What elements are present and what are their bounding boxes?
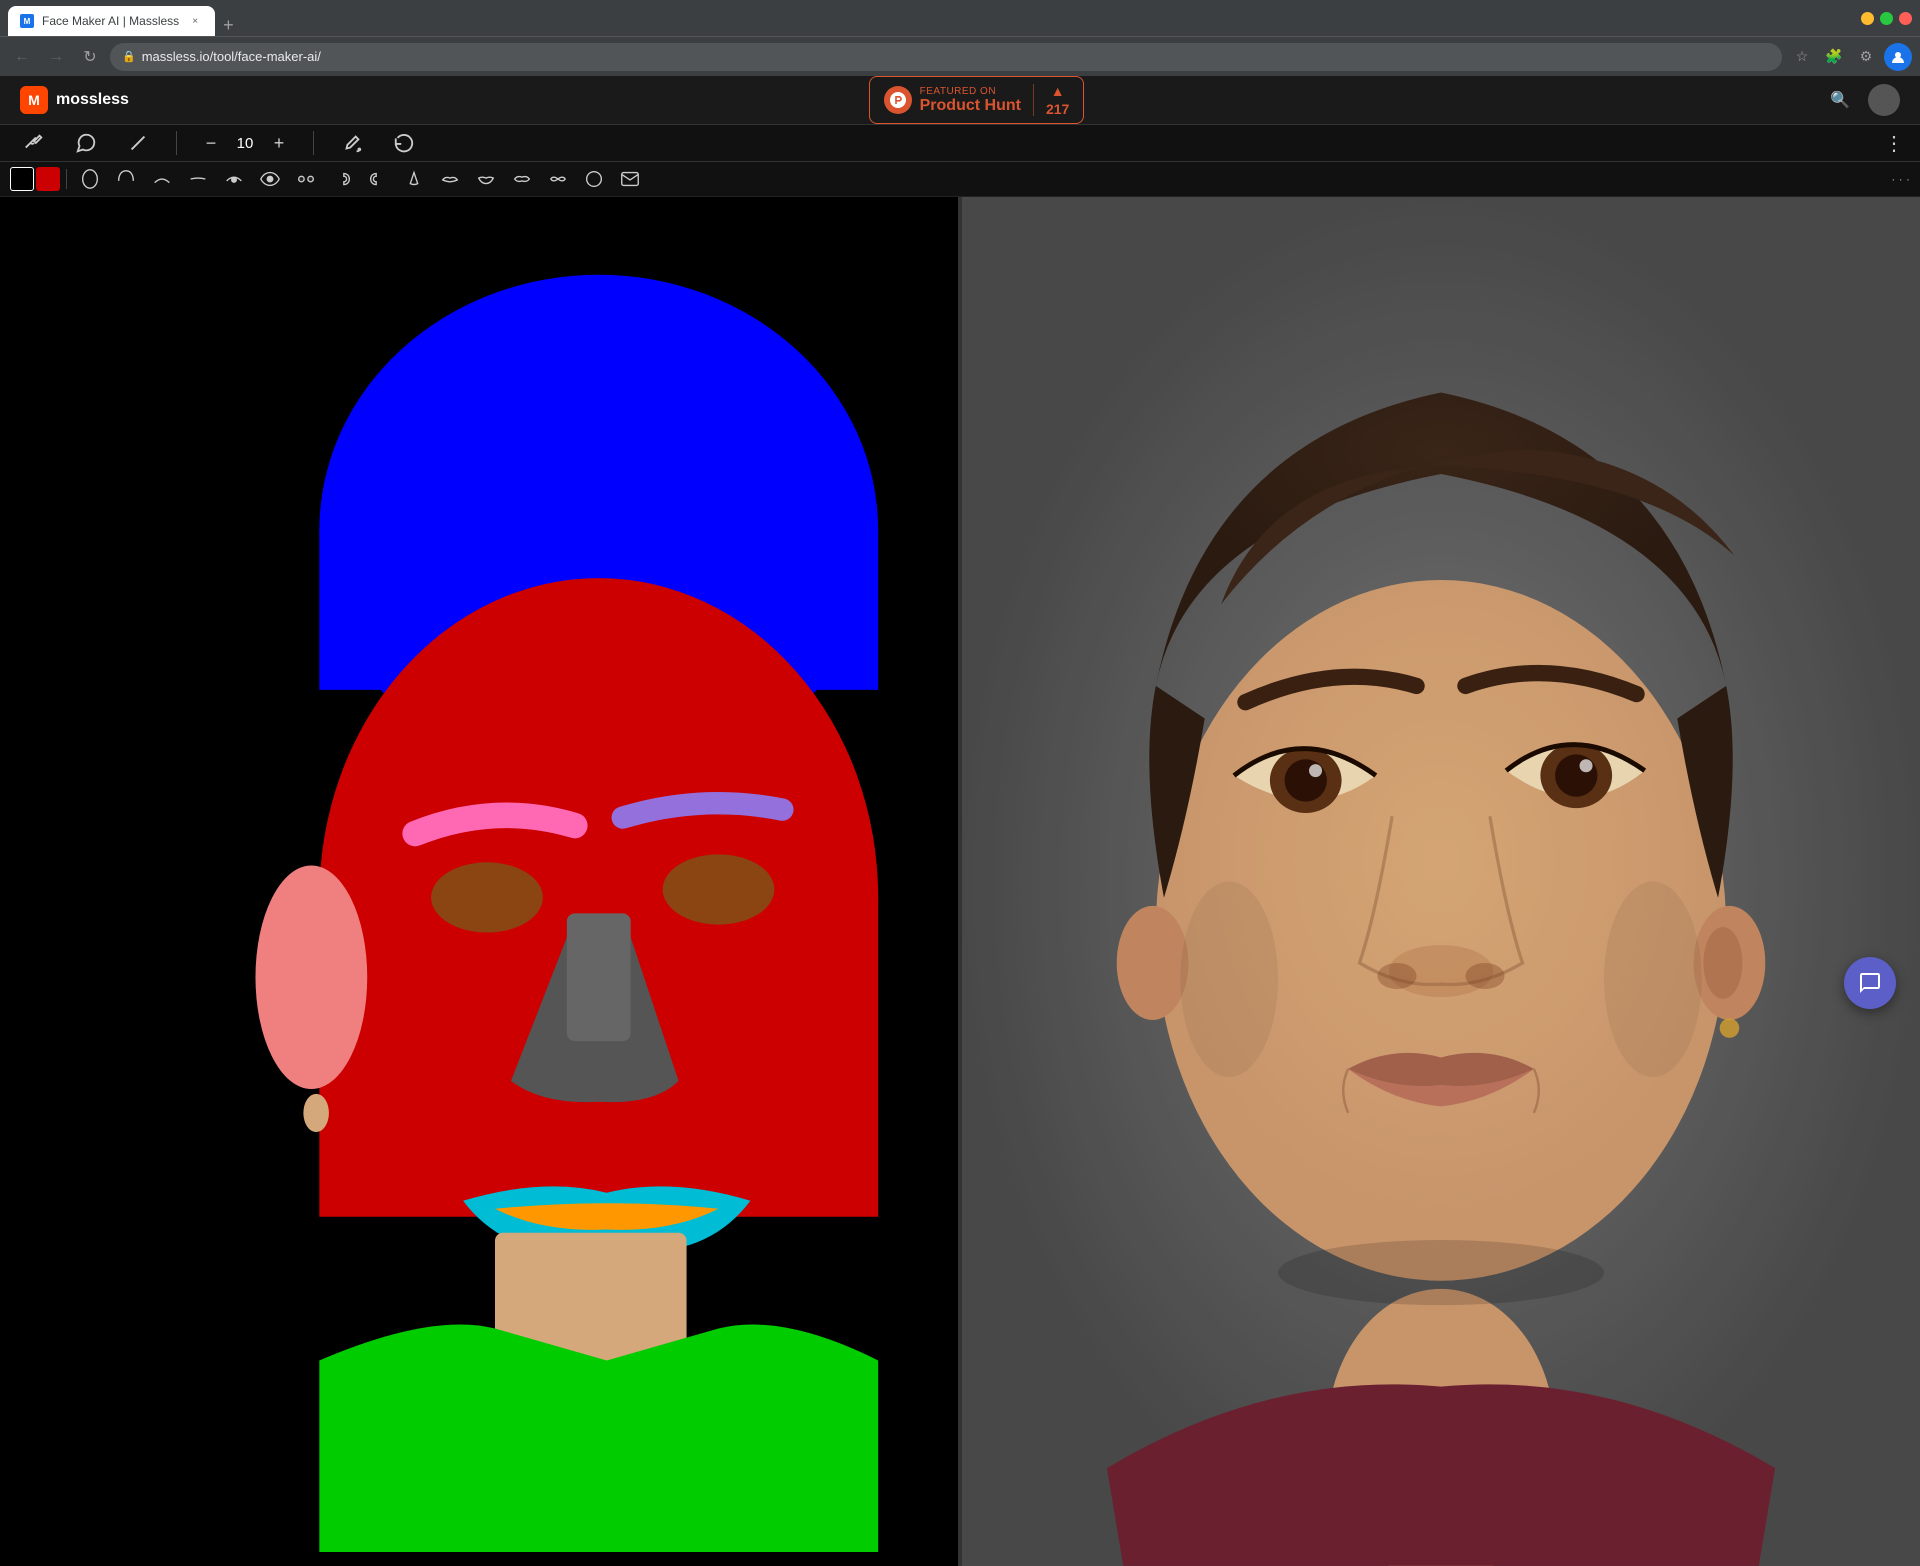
toolbar-actions: ☆ 🧩 ⚙ [1788,43,1912,71]
ph-divider [1033,84,1034,116]
browser-toolbar: ← → ↻ 🔒 massless.io/tool/face-maker-ai/ … [0,36,1920,76]
fill-tool-button[interactable] [334,125,370,161]
minimize-button[interactable] [1861,12,1874,25]
browser-tabs: M Face Maker AI | Massless × + [8,0,1845,36]
nose-small-button[interactable] [397,162,431,196]
ph-vote-section[interactable]: ▲ 217 [1046,83,1069,117]
logo-text: mossless [56,91,129,109]
drawing-canvas-area[interactable] [0,197,958,1566]
lips-lower-button[interactable] [469,162,503,196]
eye-half-button[interactable] [217,162,251,196]
chat-icon [1858,971,1882,995]
more-options-button[interactable]: ⋮ [1884,131,1904,156]
hair-shape-button[interactable] [109,162,143,196]
shape-toolbar: · · · [0,162,1920,197]
window-controls [1853,12,1912,25]
main-area [0,197,1920,1566]
back-button[interactable]: ← [8,43,36,71]
eyebrow-curve-button[interactable] [145,162,179,196]
tab-close-button[interactable]: × [187,13,203,29]
profile-avatar-button[interactable] [1884,43,1912,71]
lips-upper-button[interactable] [433,162,467,196]
undo-button[interactable] [386,125,422,161]
close-button[interactable] [1899,12,1912,25]
lock-icon: 🔒 [122,50,136,63]
envelope-shape-button[interactable] [613,162,647,196]
ph-logo-icon [884,86,912,114]
ph-left: FEATURED ON Product Hunt [884,86,1021,115]
eye-open-button[interactable] [253,162,287,196]
ph-vote-count: 217 [1046,101,1069,117]
product-hunt-badge[interactable]: FEATURED ON Product Hunt ▲ 217 [869,76,1085,124]
ph-featured-label: FEATURED ON [920,86,1021,97]
ph-text-group: FEATURED ON Product Hunt [920,86,1021,115]
face-outline-shape[interactable] [73,162,107,196]
shape-separator-1 [66,169,67,189]
eyebrow-flat-button[interactable] [181,162,215,196]
new-tab-button[interactable]: + [215,15,242,36]
ph-upvote-arrow: ▲ [1051,83,1065,99]
brush-tool-button[interactable] [16,125,52,161]
logo-mark: M [20,86,48,114]
header-right: 🔍 [1824,84,1900,116]
ear-right-button[interactable] [325,162,359,196]
toolbar-separator-1 [176,131,177,155]
app-container: M mossless FEATURED ON Product Hunt ▲ 21… [0,76,1920,1033]
line-tool-button[interactable] [120,125,156,161]
chat-button[interactable] [1844,957,1896,1009]
drawing-toolbar: − 10 + ⋮ [0,125,1920,162]
brush-size-value: 10 [233,135,257,152]
address-bar[interactable]: 🔒 massless.io/tool/face-maker-ai/ [110,43,1782,71]
profile-settings-button[interactable]: ⚙ [1852,43,1880,71]
photo-result-area [962,197,1920,1566]
app-logo: M mossless [20,86,129,114]
extension-button[interactable]: 🧩 [1820,43,1848,71]
toolbar-separator-2 [313,131,314,155]
face-drawing-svg[interactable] [0,197,958,1566]
brush-size-decrease[interactable]: − [197,129,225,157]
face-lines-button[interactable] [541,162,575,196]
maximize-button[interactable] [1880,12,1893,25]
lips-full-button[interactable] [505,162,539,196]
zoom-indicator: · · · [1891,172,1910,186]
oval-shape-button[interactable] [577,162,611,196]
tab-favicon: M [20,14,34,28]
color-black-swatch[interactable] [10,167,34,191]
ear-left-button[interactable] [361,162,395,196]
url-text: massless.io/tool/face-maker-ai/ [142,49,321,64]
app-header: M mossless FEATURED ON Product Hunt ▲ 21… [0,76,1920,125]
forward-button[interactable]: → [42,43,70,71]
reload-button[interactable]: ↻ [76,43,104,71]
color-red-swatch[interactable] [36,167,60,191]
eyes-pair-button[interactable] [289,162,323,196]
browser-chrome: M Face Maker AI | Massless × + [0,0,1920,36]
search-button[interactable]: 🔍 [1824,84,1856,116]
photo-result-svg [962,197,1920,1566]
brush-size-increase[interactable]: + [265,129,293,157]
brush-size-control: − 10 + [197,129,293,157]
pen-tool-button[interactable] [68,125,104,161]
bookmark-star-button[interactable]: ☆ [1788,43,1816,71]
tab-title: Face Maker AI | Massless [42,14,179,28]
shape-toolbar-right: · · · [1891,172,1910,186]
user-avatar-button[interactable] [1868,84,1900,116]
ph-name: Product Hunt [920,97,1021,115]
active-tab[interactable]: M Face Maker AI | Massless × [8,6,215,36]
